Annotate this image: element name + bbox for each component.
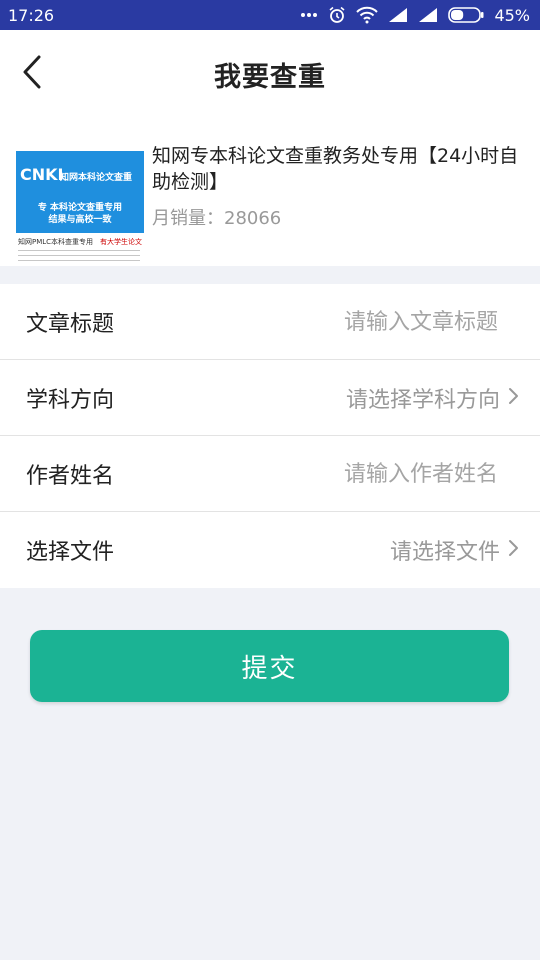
file-value: 请选择文件 (389, 540, 500, 565)
author-row: 作者姓名 (0, 436, 540, 512)
battery-icon (448, 7, 484, 23)
thumbnail-headline: 知网本科论文查重 (60, 173, 133, 183)
product-card[interactable]: CNKI 知网本科论文查重 专 本科论文查重专用 结果与高校一致 知网PMLC本… (0, 118, 540, 266)
status-bar: 17:26 45% (0, 0, 540, 30)
thumbnail-line2: 结果与高校一致 (48, 215, 112, 225)
back-button[interactable] (12, 54, 52, 94)
thumbnail-footer-right: 有大学生论文 (100, 238, 142, 246)
app-header: 我要查重 (0, 30, 540, 118)
battery-percent: 45% (494, 5, 530, 25)
title-input[interactable] (278, 309, 498, 335)
subject-value: 请选择学科方向 (345, 388, 500, 413)
signal-icon (388, 7, 408, 23)
signal-icon (418, 7, 438, 23)
wifi-icon (356, 6, 379, 24)
chevron-right-icon (508, 539, 520, 561)
product-name: 知网专本科论文查重教务处专用【24小时自助检测】 (152, 145, 519, 193)
file-select[interactable]: 请选择文件 (390, 534, 520, 566)
product-thumbnail: CNKI 知网本科论文查重 专 本科论文查重专用 结果与高校一致 知网PMLC本… (16, 151, 144, 265)
thumbnail-text-lines (18, 250, 140, 262)
subject-label: 学科方向 (26, 388, 115, 413)
back-arrow-icon (21, 55, 43, 93)
alarm-icon (328, 6, 346, 24)
status-time: 17:26 (8, 5, 55, 25)
title-row: 文章标题 (0, 284, 540, 360)
file-label: 选择文件 (26, 540, 115, 565)
check-form: 文章标题 学科方向 请选择学科方向 作者姓名 选择文件 请选择文件 (0, 284, 540, 588)
page-title: 我要查重 (214, 61, 326, 93)
thumbnail-footer-left: 知网PMLC本科查重专用 (18, 238, 94, 246)
cnki-logo: CNKI (20, 165, 64, 184)
status-icons: 45% (300, 6, 530, 25)
author-label: 作者姓名 (26, 464, 115, 489)
subject-select[interactable]: 请选择学科方向 (346, 382, 520, 414)
author-input[interactable] (278, 461, 498, 487)
subject-row[interactable]: 学科方向 请选择学科方向 (0, 360, 540, 436)
product-sales: 月销量：28066 (152, 208, 282, 229)
submit-button[interactable]: 提交 (30, 630, 509, 702)
submit-area: 提交 (0, 588, 540, 702)
file-row[interactable]: 选择文件 请选择文件 (0, 512, 540, 588)
chevron-right-icon (508, 387, 520, 409)
more-dots-icon (300, 12, 318, 18)
title-label: 文章标题 (26, 312, 115, 337)
